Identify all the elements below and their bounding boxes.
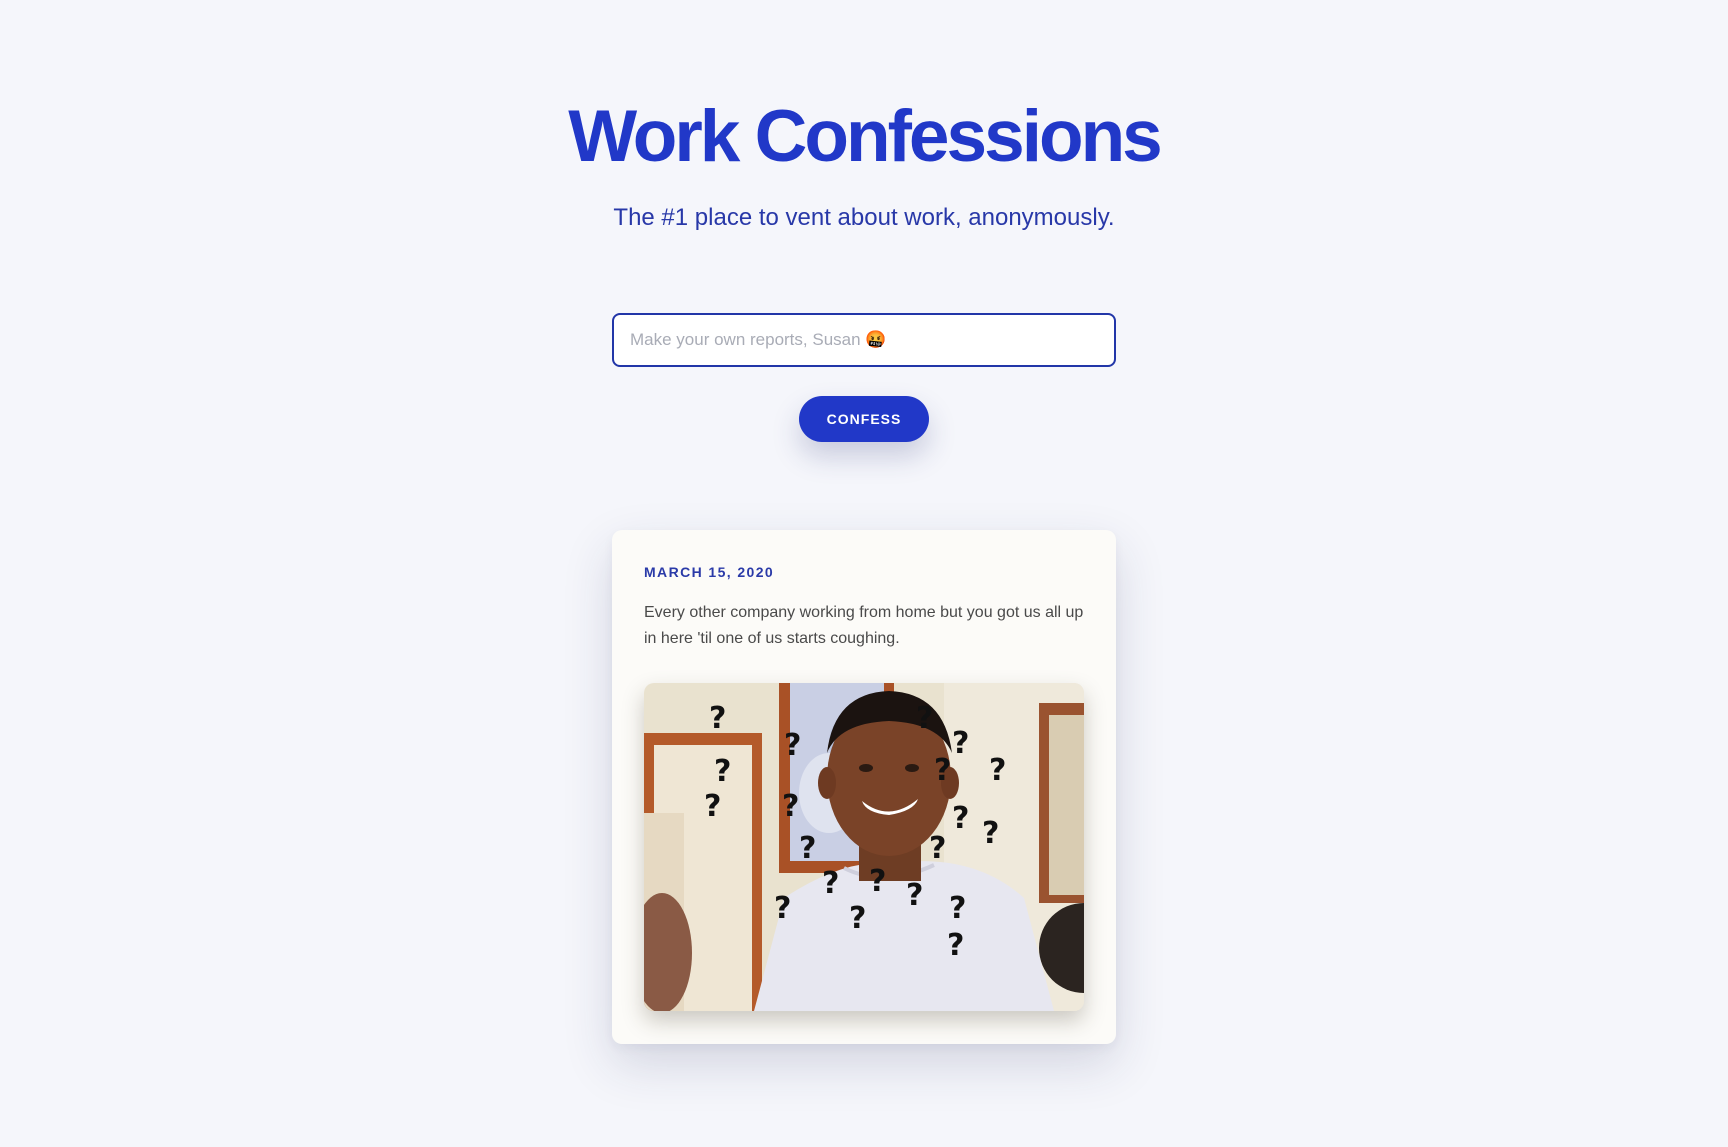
confession-date: MARCH 15, 2020 bbox=[644, 564, 775, 580]
svg-text:?: ? bbox=[822, 866, 839, 901]
svg-text:?: ? bbox=[906, 878, 923, 913]
svg-text:?: ? bbox=[784, 728, 801, 763]
svg-text:?: ? bbox=[869, 864, 886, 899]
svg-text:?: ? bbox=[782, 789, 799, 824]
svg-text:?: ? bbox=[982, 816, 999, 851]
confession-card: MARCH 15, 2020 Every other company worki… bbox=[612, 530, 1116, 1044]
svg-text:?: ? bbox=[799, 831, 816, 866]
page-title: Work Confessions bbox=[568, 96, 1163, 177]
meme-illustration: ? ? ? ? ? ? ? ? ? ? ? ? ? ? ? ? ? ? ? ? bbox=[644, 683, 1084, 1011]
page: Work Confessions The #1 place to vent ab… bbox=[0, 0, 1728, 1147]
svg-text:?: ? bbox=[929, 831, 946, 866]
confession-image: ? ? ? ? ? ? ? ? ? ? ? ? ? ? ? ? ? ? ? ? bbox=[644, 683, 1084, 1011]
svg-text:?: ? bbox=[934, 753, 951, 788]
svg-text:?: ? bbox=[952, 726, 969, 761]
svg-text:?: ? bbox=[704, 789, 721, 824]
svg-text:?: ? bbox=[709, 701, 726, 736]
svg-text:?: ? bbox=[714, 754, 731, 789]
svg-text:?: ? bbox=[949, 891, 966, 926]
page-subtitle: The #1 place to vent about work, anonymo… bbox=[613, 204, 1115, 231]
svg-text:?: ? bbox=[916, 701, 933, 736]
svg-text:?: ? bbox=[989, 753, 1006, 788]
confess-button[interactable]: CONFESS bbox=[799, 396, 929, 442]
svg-text:?: ? bbox=[952, 801, 969, 836]
svg-text:?: ? bbox=[774, 891, 791, 926]
confession-text: Every other company working from home bu… bbox=[644, 604, 1084, 647]
confession-input[interactable] bbox=[612, 313, 1116, 367]
svg-text:?: ? bbox=[849, 901, 866, 936]
svg-text:?: ? bbox=[947, 928, 964, 963]
